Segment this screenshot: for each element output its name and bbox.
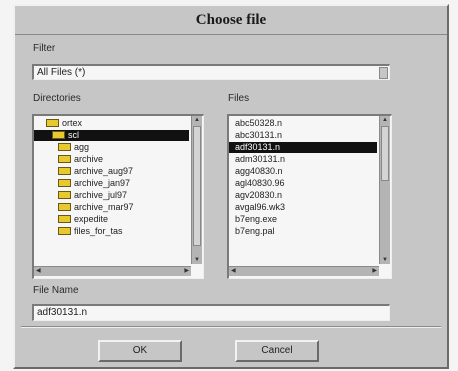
directory-item[interactable]: files_for_tas xyxy=(34,226,189,237)
directory-item[interactable]: archive_jul97 xyxy=(34,190,189,201)
file-item-label: avgal96.wk3 xyxy=(235,202,286,212)
directories-hscroll[interactable]: ◀ ▶ xyxy=(34,266,191,276)
file-item-label: b7eng.exe xyxy=(235,214,278,224)
files-hscroll[interactable]: ◀ ▶ xyxy=(229,266,379,276)
file-item[interactable]: adm30131.n xyxy=(229,154,377,165)
directories-list[interactable]: ortex scl agg archive archive_aug97 archive_j… xyxy=(32,114,204,279)
filename-label: File Name xyxy=(33,285,79,296)
file-item[interactable]: avgal96.wk3 xyxy=(229,202,377,213)
files-vscroll[interactable]: ▲ ▼ xyxy=(379,116,390,264)
directory-item-label: archive_aug97 xyxy=(74,166,134,176)
directory-item-label: files_for_tas xyxy=(74,226,123,236)
directory-item[interactable]: archive_aug97 xyxy=(34,166,189,177)
directory-item[interactable]: archive_mar97 xyxy=(34,202,189,213)
ok-button[interactable]: OK xyxy=(98,340,182,362)
file-item-label: agv20830.n xyxy=(235,190,283,200)
directory-item-label: ortex xyxy=(62,118,83,128)
folder-icon xyxy=(58,215,71,223)
filename-input[interactable]: adf30131.n xyxy=(32,304,390,321)
file-item-label: adm30131.n xyxy=(235,154,286,164)
filter-input[interactable]: All Files (*) xyxy=(32,64,390,80)
file-item[interactable]: adf30131.n xyxy=(229,142,377,153)
file-item-label: agl40830.96 xyxy=(235,178,285,188)
file-item[interactable]: agl40830.96 xyxy=(229,178,377,189)
file-item[interactable]: agg40830.n xyxy=(229,166,377,177)
directory-item-label: agg xyxy=(74,142,90,152)
directory-item-label: scl xyxy=(68,130,79,140)
folder-icon xyxy=(58,203,71,211)
directory-item[interactable]: scl xyxy=(34,130,189,141)
folder-icon xyxy=(58,155,71,163)
directory-item-label: expedite xyxy=(74,214,109,224)
files-label: Files xyxy=(228,93,250,104)
filename-value: adf30131.n xyxy=(37,307,88,318)
files-vscroll-thumb[interactable] xyxy=(381,126,389,181)
directory-item-label: archive xyxy=(74,154,104,164)
choose-file-dialog: Choose file Filter All Files (*) Directo… xyxy=(13,4,449,369)
directories-vscroll-thumb[interactable] xyxy=(193,126,201,246)
file-item[interactable]: b7eng.pal xyxy=(229,226,377,237)
dialog-title: Choose file xyxy=(15,6,447,35)
filter-value: All Files (*) xyxy=(37,67,86,78)
directory-item[interactable]: archive xyxy=(34,154,189,165)
file-item-label: agg40830.n xyxy=(235,166,283,176)
directory-item[interactable]: archive_jan97 xyxy=(34,178,189,189)
directory-item[interactable]: agg xyxy=(34,142,189,153)
file-item-label: abc50328.n xyxy=(235,118,283,128)
folder-icon xyxy=(52,131,65,139)
file-item-label: b7eng.pal xyxy=(235,226,275,236)
folder-icon xyxy=(58,227,71,235)
file-item[interactable]: abc30131.n xyxy=(229,130,377,141)
folder-icon xyxy=(46,119,59,127)
dropdown-arrow-icon[interactable] xyxy=(379,67,388,79)
directory-item[interactable]: expedite xyxy=(34,214,189,225)
directory-item-label: archive_mar97 xyxy=(74,202,134,212)
file-item[interactable]: b7eng.exe xyxy=(229,214,377,225)
directory-item-label: archive_jul97 xyxy=(74,190,128,200)
files-list[interactable]: abc50328.n abc30131.n adf30131.n adm30131.n… xyxy=(227,114,392,279)
folder-icon xyxy=(58,143,71,151)
separator xyxy=(21,326,441,328)
folder-icon xyxy=(58,179,71,187)
filter-label: Filter xyxy=(33,43,56,54)
directories-vscroll[interactable]: ▲ ▼ xyxy=(191,116,202,264)
directory-item-label: archive_jan97 xyxy=(74,178,131,188)
file-item[interactable]: abc50328.n xyxy=(229,118,377,129)
file-item[interactable]: agv20830.n xyxy=(229,190,377,201)
directories-label: Directories xyxy=(33,93,81,104)
file-item-label: adf30131.n xyxy=(235,142,281,152)
directory-item[interactable]: ortex xyxy=(34,118,189,129)
folder-icon xyxy=(58,167,71,175)
folder-icon xyxy=(58,191,71,199)
cancel-button[interactable]: Cancel xyxy=(235,340,319,362)
file-item-label: abc30131.n xyxy=(235,130,283,140)
